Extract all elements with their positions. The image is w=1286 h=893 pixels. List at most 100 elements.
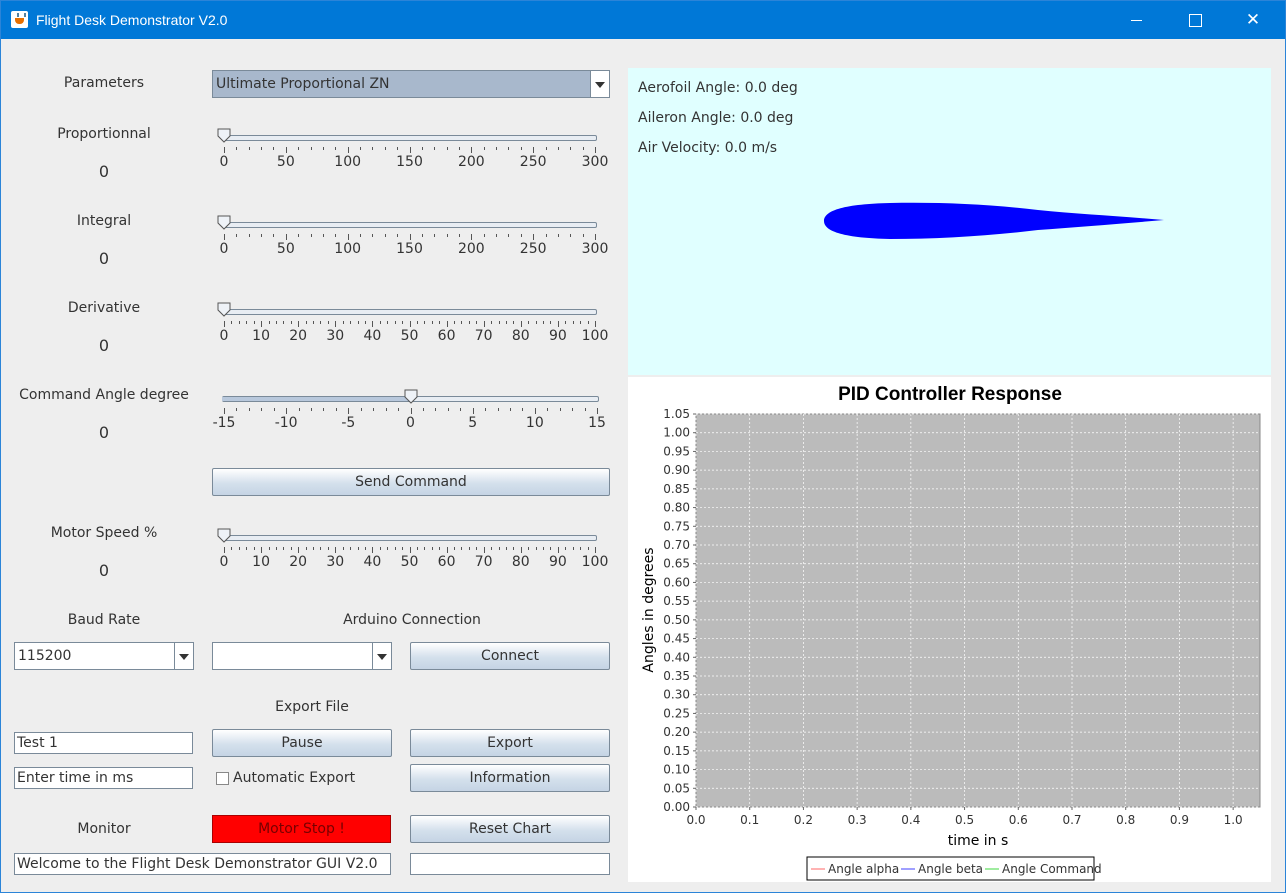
slider-minor-tick <box>565 321 567 324</box>
slider-tick-label: 30 <box>326 328 345 344</box>
slider-minor-tick <box>434 234 436 237</box>
send-command-button[interactable]: Send Command <box>212 468 610 496</box>
pid-chart-panel: PID Controller Response 0.00 0.05 0.10 0.15… <box>628 377 1271 882</box>
slider-major-tick <box>224 147 225 153</box>
slider-tick-label: -15 <box>212 415 236 431</box>
slider-major-tick <box>483 547 485 553</box>
motor-speed-slider[interactable]: 0 10 20 30 40 50 60 70 80 90 100 <box>217 528 608 582</box>
export-button[interactable]: Export <box>410 729 610 757</box>
slider-minor-tick <box>236 408 238 411</box>
slider-minor-tick <box>231 547 233 550</box>
slider-minor-tick <box>397 234 399 237</box>
slider-major-tick <box>224 234 225 240</box>
slider-minor-tick <box>384 147 386 150</box>
slider-minor-tick <box>424 547 426 550</box>
java-app-icon <box>11 11 28 28</box>
slider-major-tick <box>347 234 349 240</box>
slider-track[interactable] <box>222 135 597 141</box>
slider-minor-tick <box>513 321 515 324</box>
pause-button[interactable]: Pause <box>212 729 392 757</box>
slider-major-tick <box>347 147 349 153</box>
slider-major-tick <box>409 547 411 553</box>
title-bar: Flight Desk Demonstrator V2.0 ✕ <box>1 1 1285 39</box>
derivative-slider[interactable]: 0 10 20 30 40 50 60 70 80 90 100 <box>217 302 608 356</box>
connect-button[interactable]: Connect <box>410 642 610 670</box>
chevron-down-icon[interactable] <box>590 71 609 97</box>
slider-tick-label: 150 <box>396 154 423 170</box>
slider-track[interactable] <box>222 535 597 541</box>
slider-minor-tick <box>421 234 423 237</box>
slider-minor-tick <box>520 147 522 150</box>
slider-track[interactable] <box>222 309 597 315</box>
y-tick-label: 0.50 <box>663 613 690 627</box>
slider-minor-tick <box>248 408 250 411</box>
slider-minor-tick <box>283 547 285 550</box>
slider-minor-tick <box>496 147 498 150</box>
slider-minor-tick <box>320 547 322 550</box>
y-tick-label: 0.35 <box>663 669 690 683</box>
information-button[interactable]: Information <box>410 764 610 792</box>
slider-minor-tick <box>476 547 478 550</box>
slider-tick-label: 90 <box>548 554 567 570</box>
monitor-extra-field[interactable] <box>410 853 610 875</box>
y-tick-label: 0.60 <box>663 575 690 589</box>
proportional-slider[interactable]: 0 50 100 150 200 250 300 <box>217 128 608 182</box>
baud-rate-dropdown[interactable]: 115200 <box>14 642 194 670</box>
automatic-export-checkbox[interactable] <box>216 772 229 785</box>
motor-stop-status[interactable]: Motor Stop ! <box>212 815 391 843</box>
minimize-button[interactable] <box>1108 1 1166 39</box>
chevron-down-icon[interactable] <box>372 643 391 669</box>
slider-major-tick <box>595 147 596 153</box>
export-filename-input[interactable]: Test 1 <box>14 732 193 754</box>
slider-minor-tick <box>394 547 396 550</box>
slider-thumb[interactable] <box>404 389 418 404</box>
slider-minor-tick <box>350 547 352 550</box>
slider-minor-tick <box>305 547 307 550</box>
main-window: Flight Desk Demonstrator V2.0 ✕ Paramete… <box>0 0 1286 893</box>
slider-thumb[interactable] <box>217 215 231 230</box>
arduino-port-dropdown[interactable] <box>212 642 392 670</box>
chevron-down-icon[interactable] <box>174 643 193 669</box>
close-button[interactable]: ✕ <box>1224 1 1282 39</box>
reset-chart-button[interactable]: Reset Chart <box>410 815 610 843</box>
y-tick-label: 1.00 <box>663 426 690 440</box>
slider-tick-label: 100 <box>334 154 362 170</box>
slider-minor-tick <box>447 408 449 411</box>
slider-minor-tick <box>398 408 400 411</box>
export-time-input[interactable]: Enter time in ms <box>14 767 193 789</box>
slider-minor-tick <box>468 321 470 324</box>
slider-minor-tick <box>360 408 362 411</box>
monitor-message-field[interactable]: Welcome to the Flight Desk Demonstrator … <box>14 853 391 875</box>
slider-minor-tick <box>236 234 238 237</box>
slider-minor-tick <box>261 234 263 237</box>
aerofoil-panel: Aerofoil Angle: 0.0 deg Aileron Angle: 0… <box>628 68 1271 375</box>
slider-minor-tick <box>335 147 337 150</box>
slider-major-tick <box>224 321 225 327</box>
y-tick-label: 0.75 <box>663 519 690 533</box>
slider-minor-tick <box>557 234 559 237</box>
chart-title: PID Controller Response <box>838 384 1062 405</box>
parameters-dropdown[interactable]: Ultimate Proportional ZN <box>212 70 610 98</box>
slider-minor-tick <box>580 547 582 550</box>
x-tick-label: 0.9 <box>1170 813 1189 827</box>
maximize-button[interactable] <box>1166 1 1224 39</box>
slider-minor-tick <box>387 321 389 324</box>
slider-minor-tick <box>416 321 418 324</box>
slider-minor-tick <box>273 147 275 150</box>
slider-minor-tick <box>273 234 275 237</box>
integral-slider[interactable]: 0 50 100 150 200 250 300 <box>217 215 608 269</box>
slider-tick-label: 250 <box>519 241 547 257</box>
slider-thumb[interactable] <box>217 128 231 143</box>
slider-major-tick <box>533 147 535 153</box>
slider-thumb[interactable] <box>217 528 231 543</box>
command-angle-slider[interactable]: -15 -10 -5 0 5 10 15 <box>213 389 606 443</box>
slider-track[interactable] <box>222 222 597 228</box>
slider-minor-tick <box>570 234 572 237</box>
slider-minor-tick <box>327 547 329 550</box>
slider-thumb[interactable] <box>217 302 231 317</box>
slider-minor-tick <box>454 321 456 324</box>
slider-minor-tick <box>236 147 238 150</box>
slider-major-tick <box>446 547 448 553</box>
slider-minor-tick <box>483 147 485 150</box>
legend-entry: Angle beta <box>918 862 983 876</box>
